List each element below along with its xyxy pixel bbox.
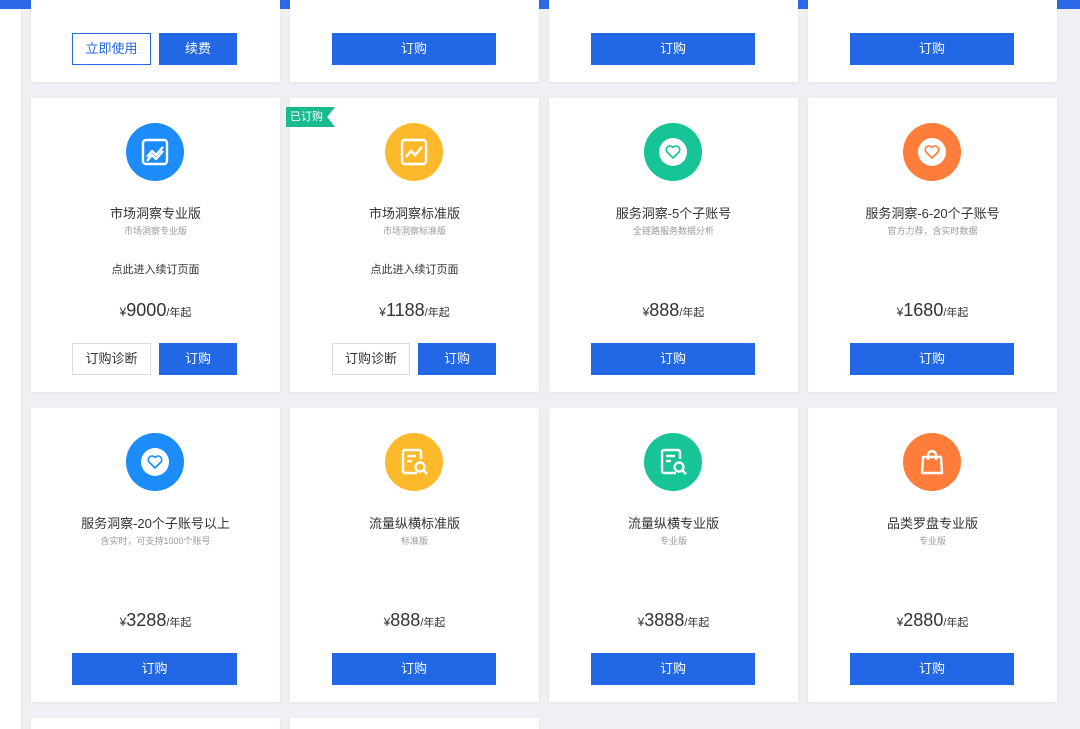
product-price: ¥1680/年起	[896, 300, 969, 320]
buy-button[interactable]: 订购	[850, 653, 1014, 685]
product-card-traffic-pro: 流量纵横专业版 专业版 ¥3888/年起 订购	[549, 408, 798, 702]
product-price: ¥3888/年起	[637, 610, 710, 630]
product-subtitle: 专业版	[918, 536, 946, 546]
left-sidebar	[0, 9, 22, 729]
product-price: ¥9000/年起	[119, 300, 192, 320]
buy-button[interactable]: 订购	[591, 343, 755, 375]
buy-button[interactable]: 订购	[850, 33, 1014, 65]
product-card: 订购	[808, 0, 1057, 82]
subscribed-badge: 已订购	[286, 107, 335, 127]
product-subtitle: 含实时，可支持1000个账号	[100, 536, 211, 546]
product-card	[31, 718, 280, 729]
product-title: 流量纵横专业版	[627, 516, 719, 531]
product-card: 立即使用 续费	[31, 0, 280, 82]
product-card: 订购	[290, 0, 539, 82]
product-title: 服务洞察-20个子账号以上	[81, 516, 230, 531]
product-title: 市场洞察专业版	[109, 206, 201, 221]
product-card-service-insight-20plus: 服务洞察-20个子账号以上 含实时，可支持1000个账号 ¥3288/年起 订购	[31, 408, 280, 702]
document-search-icon	[644, 433, 702, 491]
product-subtitle: 标准版	[400, 536, 428, 546]
product-price: ¥3288/年起	[119, 610, 192, 630]
product-price: ¥888/年起	[383, 610, 446, 630]
product-card-category-compass-pro: 品类罗盘专业版 专业版 ¥2880/年起 订购	[808, 408, 1057, 702]
product-price: ¥1188/年起	[379, 300, 450, 320]
product-title: 流量纵横标准版	[368, 516, 460, 531]
renew-page-link[interactable]: 点此进入续订页面	[31, 261, 280, 277]
buy-button[interactable]: 订购	[332, 653, 496, 685]
buy-button[interactable]: 订购	[850, 343, 1014, 375]
product-price: ¥2880/年起	[896, 610, 969, 630]
buy-button[interactable]: 订购	[72, 653, 237, 685]
buy-button[interactable]: 订购	[332, 33, 496, 65]
product-card: 订购	[549, 0, 798, 82]
heart-icon	[644, 123, 702, 181]
product-subtitle: 专业版	[659, 536, 687, 546]
buy-button[interactable]: 订购	[159, 343, 237, 375]
heart-icon	[903, 123, 961, 181]
product-card-service-insight-5: 服务洞察-5个子账号 全链路服务数据分析 ¥888/年起 订购	[549, 98, 798, 392]
buy-button[interactable]: 订购	[591, 653, 755, 685]
product-card-service-insight-6-20: 服务洞察-6-20个子账号 官方力荐，含实时数据 ¥1680/年起 订购	[808, 98, 1057, 392]
product-subtitle: 全链路服务数据分析	[632, 226, 714, 236]
order-diagnosis-button[interactable]: 订购诊断	[332, 343, 410, 375]
renew-button[interactable]: 续费	[159, 33, 237, 65]
product-card	[290, 718, 539, 729]
product-title: 服务洞察-5个子账号	[615, 206, 732, 221]
trend-chart-icon	[385, 123, 443, 181]
use-now-button[interactable]: 立即使用	[72, 33, 151, 65]
product-price: ¥888/年起	[642, 300, 705, 320]
document-search-icon	[385, 433, 443, 491]
product-subtitle: 市场洞察标准版	[382, 226, 446, 236]
buy-button[interactable]: 订购	[591, 33, 755, 65]
product-subtitle: 市场洞察专业版	[123, 226, 187, 236]
product-title: 品类罗盘专业版	[886, 516, 978, 531]
order-diagnosis-button[interactable]: 订购诊断	[72, 343, 151, 375]
product-card-market-insight-pro: 市场洞察专业版 市场洞察专业版 点此进入续订页面 ¥9000/年起 订购诊断 订…	[31, 98, 280, 392]
trend-chart-icon	[126, 123, 184, 181]
renew-page-link[interactable]: 点此进入续订页面	[290, 261, 539, 277]
product-title: 市场洞察标准版	[368, 206, 460, 221]
product-subtitle: 官方力荐，含实时数据	[887, 226, 978, 236]
heart-icon	[126, 433, 184, 491]
product-title: 服务洞察-6-20个子账号	[865, 206, 1000, 221]
product-card-traffic-standard: 流量纵横标准版 标准版 ¥888/年起 订购	[290, 408, 539, 702]
shopping-bag-icon	[903, 433, 961, 491]
product-card-market-insight-standard: 已订购 市场洞察标准版 市场洞察标准版 点此进入续订页面 ¥1188/年起 订购…	[286, 98, 539, 392]
buy-button[interactable]: 订购	[418, 343, 496, 375]
